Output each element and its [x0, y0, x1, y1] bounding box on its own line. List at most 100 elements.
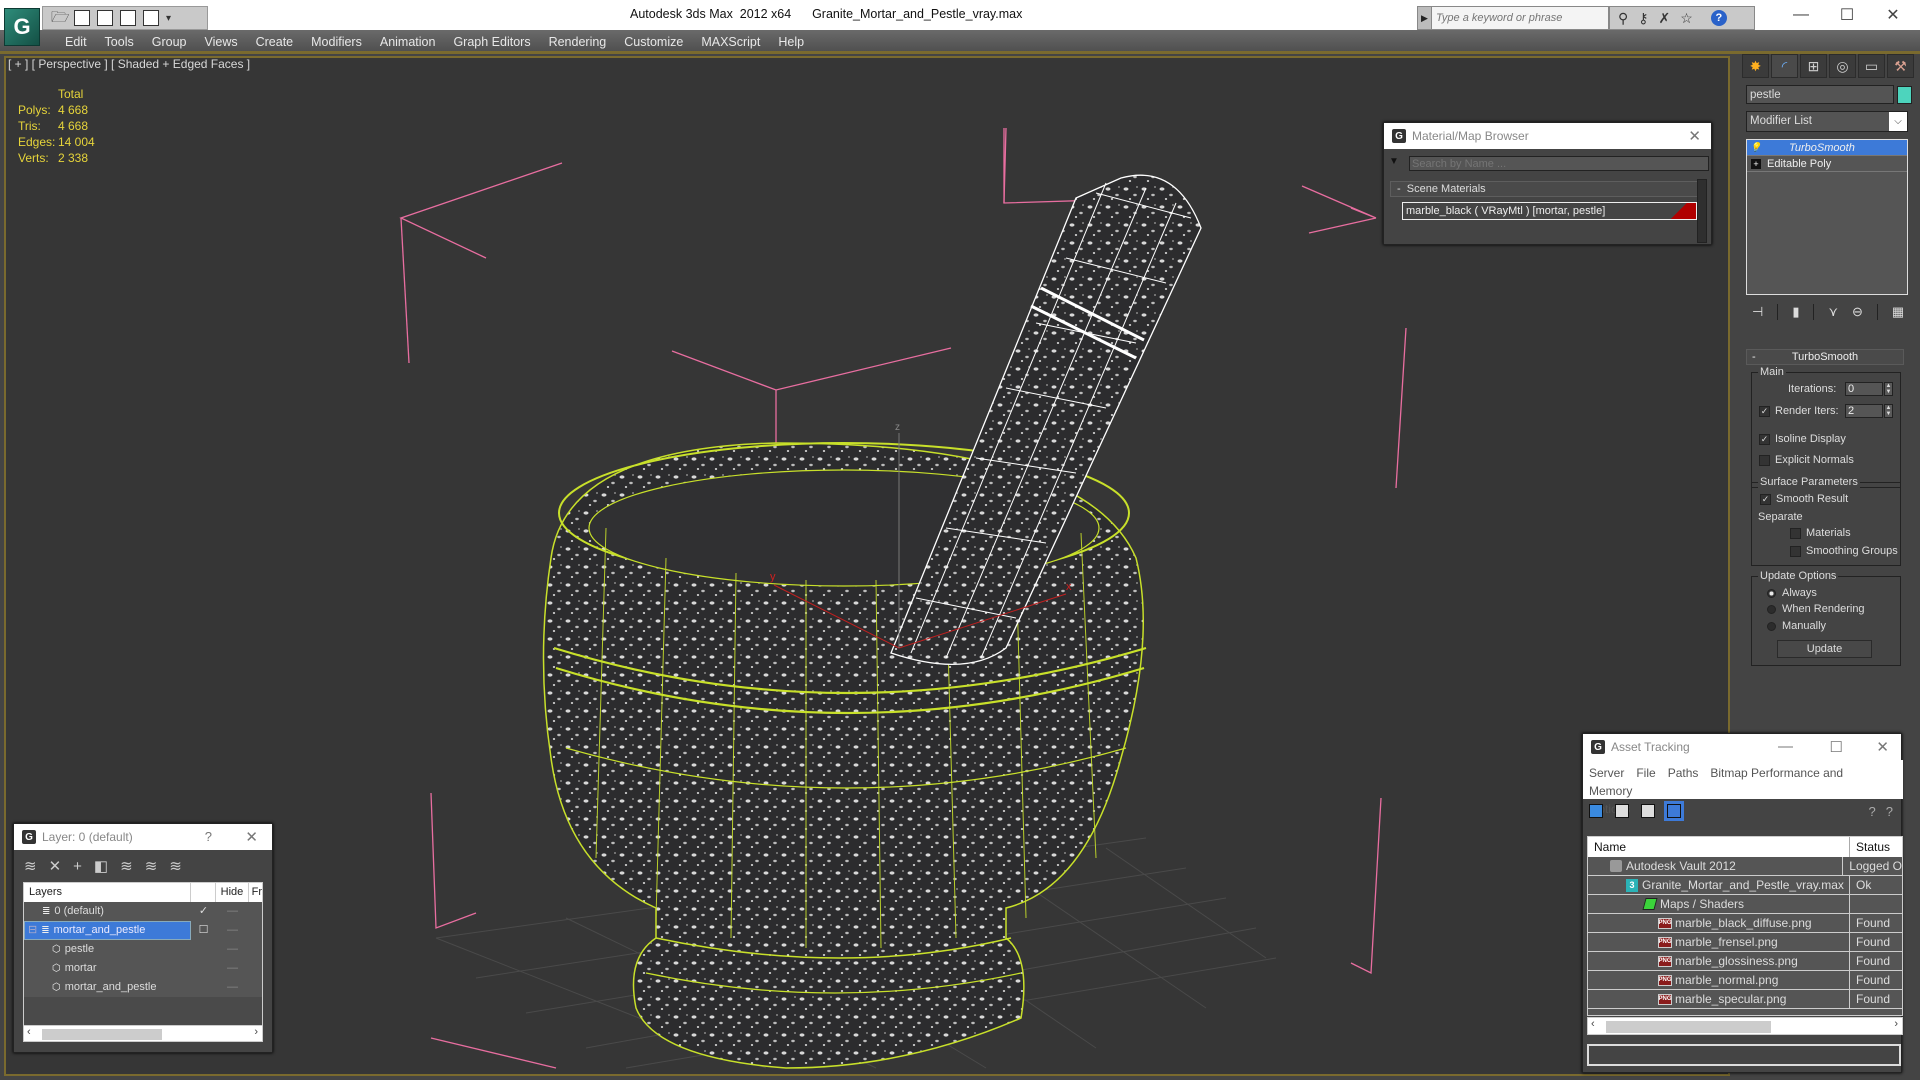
menu-customize[interactable]: Customize — [615, 33, 692, 51]
menu-group[interactable]: Group — [143, 33, 196, 51]
highlight-layer-icon[interactable]: ≋ — [120, 857, 133, 875]
pin-stack-icon[interactable]: ⊣ — [1752, 304, 1763, 320]
update-when-rendering-radio[interactable] — [1767, 605, 1776, 614]
modifier-list-dropdown[interactable]: Modifier List ⌵ — [1746, 111, 1908, 132]
help-icon[interactable]: ? — [1886, 804, 1893, 819]
minimize-icon[interactable]: — — [1778, 738, 1793, 755]
lightbulb-icon[interactable]: 💡 — [1750, 142, 1761, 153]
close-button[interactable]: ✕ — [1870, 0, 1916, 30]
layer-window-titlebar[interactable]: G Layer: 0 (default) — [14, 824, 272, 850]
hide-toggle[interactable]: — — [216, 959, 249, 978]
maximize-button[interactable]: ☐ — [1824, 0, 1870, 30]
close-icon[interactable]: ✕ — [245, 828, 258, 846]
hierarchy-tab[interactable]: ⊞ — [1800, 54, 1827, 78]
layer-row[interactable]: ⊟ ≣ mortar_and_pestle ☐ — — [24, 921, 262, 940]
smooth-result-checkbox[interactable]: ✓ — [1760, 494, 1771, 505]
make-unique-icon[interactable]: ⋎ — [1828, 304, 1838, 320]
isoline-display-checkbox[interactable]: ✓ — [1759, 434, 1770, 445]
utilities-tab[interactable]: ⚒ — [1887, 54, 1914, 78]
object-name-input[interactable] — [1746, 85, 1894, 104]
menu-bitmap-performance[interactable]: Bitmap Performance and Memory — [1589, 766, 1843, 798]
table-row[interactable]: PNG marble_specular.png Found — [1588, 990, 1902, 1009]
scroll-left-icon[interactable]: ‹ — [1591, 1018, 1595, 1030]
hide-all-icon[interactable]: ≋ — [145, 857, 158, 875]
menu-create[interactable]: Create — [247, 33, 303, 51]
table-row[interactable]: Autodesk Vault 2012 Logged O — [1588, 857, 1902, 876]
binoculars-icon[interactable]: ⚲ — [1618, 10, 1628, 27]
scrollbar-thumb[interactable] — [42, 1029, 162, 1040]
table-view-icon[interactable] — [1664, 801, 1684, 821]
viewport-label-menu[interactable]: [ + ] [ Perspective ] [ Shaded + Edged F… — [8, 57, 250, 71]
scroll-left-icon[interactable]: ‹ — [27, 1026, 31, 1038]
help-globe-icon[interactable]: ? — [1869, 804, 1876, 819]
hide-toggle[interactable]: — — [216, 921, 249, 940]
render-iters-spinner[interactable]: 2 — [1845, 404, 1883, 418]
separate-smoothing-groups-checkbox[interactable] — [1790, 546, 1801, 557]
update-button[interactable]: Update — [1777, 640, 1872, 658]
redo-icon[interactable] — [143, 10, 159, 26]
configure-sets-icon[interactable]: ▦ — [1892, 304, 1904, 320]
material-browser-titlebar[interactable]: G Material/Map Browser — [1384, 123, 1711, 149]
table-row[interactable]: PNG marble_black_diffuse.png Found — [1588, 914, 1902, 933]
current-layer-check[interactable]: ☐ — [191, 921, 216, 940]
menu-server[interactable]: Server — [1589, 766, 1624, 780]
help-icon[interactable]: ? — [205, 829, 212, 844]
object-color-swatch[interactable] — [1897, 86, 1912, 104]
menu-help[interactable]: Help — [769, 33, 813, 51]
menu-views[interactable]: Views — [195, 33, 246, 51]
column-layers[interactable]: Layers — [24, 883, 191, 902]
list-view-icon[interactable] — [1615, 804, 1629, 818]
turbosmooth-rollout-header[interactable]: - TurboSmooth — [1746, 349, 1904, 365]
freeze-all-icon[interactable]: ≋ — [169, 857, 182, 875]
menu-rendering[interactable]: Rendering — [540, 33, 616, 51]
layer-row[interactable]: ≣ 0 (default) ✓ — — [24, 902, 262, 921]
select-objects-icon[interactable]: ◧ — [94, 857, 108, 875]
modify-tab[interactable]: ◜ — [1771, 54, 1798, 78]
scrollbar[interactable] — [1697, 179, 1707, 243]
column-current[interactable] — [191, 883, 216, 902]
minimize-button[interactable]: — — [1778, 0, 1824, 30]
collapse-icon[interactable]: ⊟ — [28, 921, 37, 940]
scroll-right-icon[interactable]: › — [254, 1026, 258, 1038]
open-file-icon[interactable]: 🗁 — [51, 10, 70, 26]
stack-item-turbosmooth[interactable]: 💡 TurboSmooth — [1747, 140, 1907, 156]
hide-toggle[interactable]: — — [216, 940, 249, 959]
show-end-result-icon[interactable]: ▮ — [1792, 304, 1799, 320]
search-by-name-input[interactable] — [1409, 156, 1709, 171]
column-hide[interactable]: Hide — [216, 883, 249, 902]
undo-icon[interactable] — [97, 10, 113, 26]
close-icon[interactable]: ✕ — [1688, 127, 1701, 145]
column-freeze[interactable]: Fr — [249, 883, 262, 902]
refresh-icon[interactable] — [1589, 804, 1603, 818]
column-status[interactable]: Status — [1850, 837, 1890, 857]
add-to-layer-icon[interactable]: + — [73, 858, 82, 875]
table-row[interactable]: PNG marble_glossiness.png Found — [1588, 952, 1902, 971]
filter-options-icon[interactable]: ▼ — [1389, 156, 1399, 167]
current-layer-check[interactable]: ✓ — [191, 902, 216, 921]
help-icon[interactable]: ? — [1710, 10, 1727, 26]
create-layer-icon[interactable]: ≋ — [24, 857, 37, 875]
table-row[interactable]: 3 Granite_Mortar_and_Pestle_vray.max Ok — [1588, 876, 1902, 895]
material-item[interactable]: marble_black ( VRayMtl ) [mortar, pestle… — [1402, 202, 1697, 220]
update-manually-radio[interactable] — [1767, 622, 1776, 631]
menu-tools[interactable]: Tools — [96, 33, 143, 51]
menu-modifiers[interactable]: Modifiers — [302, 33, 371, 51]
horizontal-scrollbar[interactable]: ‹ › — [23, 1025, 263, 1042]
asset-tracking-titlebar[interactable]: G Asset Tracking — [1583, 734, 1901, 760]
update-always-radio[interactable] — [1767, 589, 1776, 598]
stack-item-editable-poly[interactable]: + Editable Poly — [1747, 156, 1907, 172]
menu-paths[interactable]: Paths — [1668, 766, 1699, 780]
save-icon[interactable] — [74, 10, 90, 26]
separate-materials-checkbox[interactable] — [1790, 528, 1801, 539]
menu-graph-editors[interactable]: Graph Editors — [444, 33, 539, 51]
project-icon[interactable] — [120, 10, 136, 26]
explicit-normals-checkbox[interactable] — [1759, 455, 1770, 466]
app-menu-button[interactable]: G — [4, 8, 40, 46]
quick-access-dropdown-icon[interactable]: ▾ — [166, 13, 171, 24]
scene-materials-group[interactable]: - Scene Materials — [1390, 181, 1701, 197]
render-iters-checkbox[interactable]: ✓ — [1759, 406, 1770, 417]
expand-plus-icon[interactable]: + — [1751, 158, 1761, 169]
hide-toggle[interactable]: — — [216, 978, 249, 997]
satellite-icon[interactable]: ✗ — [1659, 10, 1671, 27]
asset-path-field[interactable] — [1587, 1044, 1901, 1066]
